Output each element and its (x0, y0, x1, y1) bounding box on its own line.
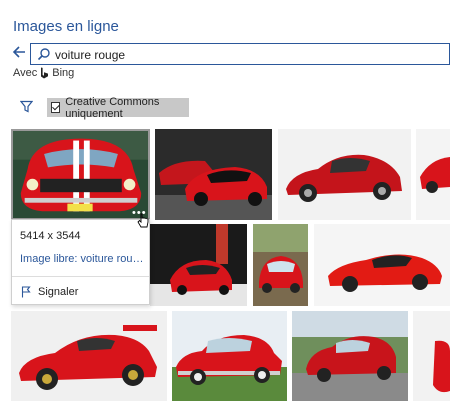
image-info-popup: 5414 x 3544 Image libre: voiture rouge, … (11, 219, 150, 305)
flag-icon[interactable] (21, 286, 31, 298)
image-tile-9[interactable] (172, 311, 287, 401)
image-thumbnail (11, 311, 167, 401)
image-tile-11[interactable] (413, 311, 450, 401)
image-tile-2[interactable] (155, 129, 272, 220)
report-button[interactable]: Signaler (38, 286, 78, 298)
image-thumbnail (150, 224, 247, 306)
image-thumbnail (155, 129, 272, 220)
divider (12, 276, 149, 277)
provider-prefix: Avec (13, 67, 38, 79)
image-tile-8[interactable] (11, 311, 167, 401)
filter-icon[interactable] (20, 100, 33, 113)
back-arrow-icon[interactable] (12, 45, 26, 59)
image-tile-3[interactable] (278, 129, 411, 220)
license-link[interactable]: Image libre: voiture rouge, b... (20, 253, 148, 265)
creative-commons-label: Creative Commons uniquement (65, 95, 160, 120)
image-thumbnail (416, 129, 450, 220)
image-tile-1[interactable] (11, 129, 150, 220)
image-tile-7[interactable] (314, 224, 450, 306)
bing-icon (41, 67, 49, 79)
image-dimensions: 5414 x 3544 (20, 230, 81, 242)
image-thumbnail (172, 311, 287, 401)
image-thumbnail (413, 311, 450, 401)
search-box[interactable] (30, 43, 450, 65)
image-tile-10[interactable] (292, 311, 408, 401)
image-thumbnail (314, 224, 450, 306)
image-tile-6[interactable] (253, 224, 308, 306)
image-thumbnail (278, 129, 411, 220)
search-icon (37, 48, 50, 61)
provider-name: Bing (52, 67, 75, 79)
image-thumbnail (13, 131, 148, 218)
dialog-title: Images en ligne (13, 18, 119, 35)
image-tile-4[interactable] (416, 129, 450, 220)
image-thumbnail (253, 224, 308, 306)
provider-credit: Avec Bing (13, 67, 74, 79)
image-thumbnail (292, 311, 408, 401)
cursor-icon (137, 213, 149, 228)
checkbox-icon[interactable] (51, 102, 61, 113)
creative-commons-filter[interactable]: Creative Commons uniquement (47, 95, 189, 120)
image-tile-5[interactable] (150, 224, 247, 306)
search-input[interactable] (53, 45, 437, 65)
